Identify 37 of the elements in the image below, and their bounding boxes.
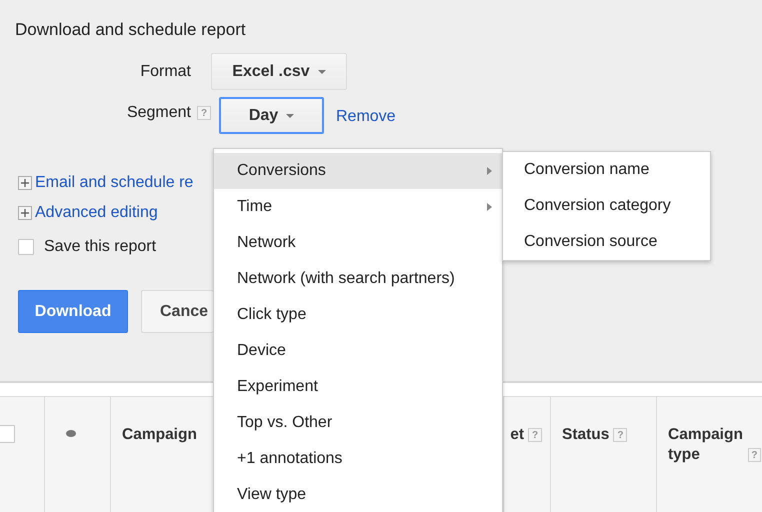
menu-item[interactable]: Click type — [214, 297, 502, 333]
submenu-arrow-icon — [487, 203, 492, 211]
column-header[interactable]: Status — [562, 425, 610, 445]
checkbox[interactable] — [18, 239, 34, 255]
menu-item[interactable]: Network — [214, 225, 502, 261]
remove-link[interactable]: Remove — [336, 108, 396, 126]
expand-icon[interactable] — [18, 206, 32, 220]
select-all-checkbox[interactable] — [0, 425, 15, 443]
column-header[interactable]: Campaign — [122, 425, 197, 445]
segment-dropdown[interactable]: Day — [219, 97, 324, 134]
format-dropdown[interactable]: Excel .csv — [211, 53, 347, 90]
expand-link[interactable]: Email and schedule re — [35, 174, 194, 192]
column-header[interactable]: Campaign type — [668, 425, 744, 465]
caret-icon — [318, 70, 326, 74]
dialog-title: Download and schedule report — [15, 20, 247, 41]
expand-icon[interactable] — [18, 176, 32, 190]
segment-label: Segment — [126, 104, 191, 122]
menu-item[interactable]: Conversion source — [503, 224, 710, 260]
menu-item[interactable]: Conversions — [214, 153, 502, 189]
menu-item[interactable]: +1 annotations — [214, 441, 502, 477]
download-button[interactable]: Download — [18, 290, 128, 333]
menu-item[interactable]: Network (with search partners) — [214, 261, 502, 297]
save-report-label: Save this report — [44, 238, 156, 256]
expand-link[interactable]: Advanced editing — [35, 204, 158, 222]
status-dot-icon — [66, 430, 76, 437]
menu-item[interactable]: Device — [214, 333, 502, 369]
menu-item[interactable]: Experiment — [214, 369, 502, 405]
menu-item[interactable]: View type — [214, 477, 502, 512]
menu-item[interactable]: Conversion category — [503, 188, 710, 224]
cancel-button[interactable]: Cance — [141, 290, 213, 333]
submenu-arrow-icon — [487, 167, 492, 175]
column-header[interactable]: et — [510, 425, 524, 445]
menu-item[interactable]: Time — [214, 189, 502, 225]
menu-item[interactable]: Top vs. Other — [214, 405, 502, 441]
menu-item[interactable]: Conversion name — [503, 152, 710, 188]
format-label: Format — [139, 62, 191, 80]
caret-icon — [286, 114, 294, 118]
